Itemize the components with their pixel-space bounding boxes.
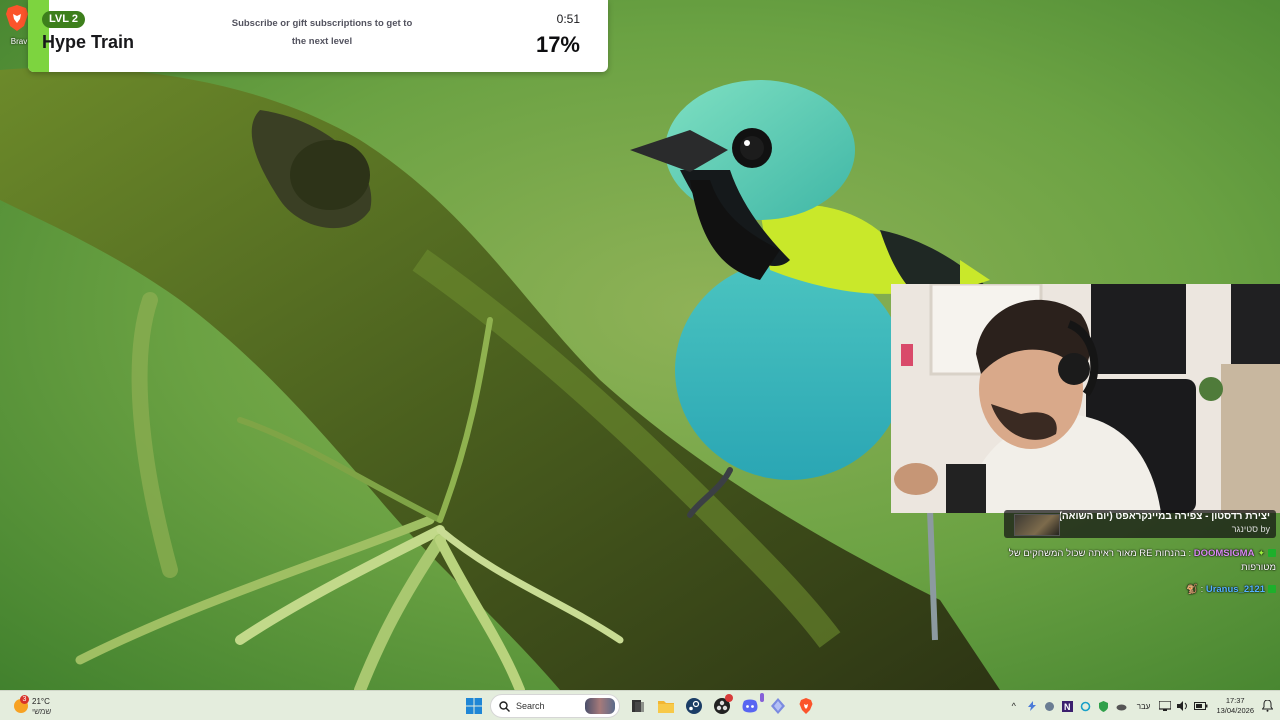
diamond-app-icon bbox=[771, 698, 785, 714]
hype-train-message: Subscribe or gift subscriptions to get t… bbox=[231, 18, 413, 47]
update-icon bbox=[1080, 701, 1091, 711]
tray-app-icon[interactable] bbox=[1023, 697, 1041, 715]
globe-icon bbox=[1045, 701, 1055, 711]
tray-app-icon[interactable] bbox=[1077, 697, 1095, 715]
notion-icon: N bbox=[1062, 700, 1074, 712]
weather-temperature: 21°C bbox=[32, 697, 50, 706]
obs-button[interactable] bbox=[710, 694, 734, 718]
brave-icon bbox=[799, 698, 813, 714]
system-tray: ^ N עבר 17:37 13/04/2026 bbox=[1005, 694, 1274, 718]
chat-separator: : bbox=[1188, 548, 1192, 559]
chat-message: ✦DOOMSIGMA : בהנחות RE מאור ראיתה שכול ה… bbox=[1004, 546, 1276, 575]
notification-bell-icon[interactable] bbox=[1260, 699, 1274, 713]
hype-train-panel: LVL 2 Hype Train Subscribe or gift subsc… bbox=[28, 0, 608, 72]
weather-condition: שמשי bbox=[32, 707, 52, 716]
search-icon bbox=[499, 700, 510, 712]
discord-icon bbox=[742, 699, 758, 713]
chat-overlay: יצירת רדסטון - צפירה במיינקראפט (יום השו… bbox=[1004, 510, 1276, 597]
tray-app-icon[interactable] bbox=[1041, 697, 1059, 715]
kick-badge-icon bbox=[1268, 549, 1276, 557]
recording-indicator bbox=[725, 694, 733, 702]
folder-icon bbox=[658, 701, 674, 713]
taskbar: 3 21°C שמשי Search ^ N עבר 17:37 13/04/2… bbox=[0, 690, 1280, 720]
webcam-overlay bbox=[891, 284, 1280, 513]
tray-app-icon[interactable]: N bbox=[1059, 697, 1077, 715]
chat-username: DOOMSIGMA bbox=[1193, 548, 1255, 559]
task-view-button[interactable] bbox=[626, 694, 650, 718]
hype-train-level-badge: LVL 2 bbox=[42, 11, 85, 28]
now-playing-byline: by סטינגר bbox=[1231, 524, 1270, 534]
hype-train-percent: 17% bbox=[535, 32, 580, 57]
chat-emote-icon: 🐒 bbox=[1186, 584, 1198, 595]
language-indicator[interactable]: עבר bbox=[1137, 702, 1151, 711]
brave-button[interactable] bbox=[794, 694, 818, 718]
app-button[interactable] bbox=[766, 694, 790, 718]
tray-app-icon[interactable] bbox=[1113, 697, 1131, 715]
sparkle-badge-icon: ✦ bbox=[1257, 548, 1265, 558]
clock-date: 13/04/2026 bbox=[1216, 706, 1254, 715]
hype-train-timer: 0:51 bbox=[556, 12, 580, 26]
cloud-icon bbox=[1116, 704, 1127, 710]
discord-notification-badge bbox=[760, 693, 764, 702]
file-explorer-button[interactable] bbox=[654, 694, 678, 718]
steam-button[interactable] bbox=[682, 694, 706, 718]
taskbar-apps: Search bbox=[462, 693, 822, 718]
chat-message: Uranus_2121 : 🐒 bbox=[1004, 583, 1276, 597]
search-highlight-image bbox=[585, 698, 615, 714]
kick-badge-icon bbox=[1268, 585, 1276, 593]
tray-app-icon[interactable] bbox=[1095, 697, 1113, 715]
now-playing-thumbnail bbox=[1014, 514, 1060, 536]
volume-icon[interactable] bbox=[1174, 697, 1192, 715]
weather-badge: 3 bbox=[20, 695, 29, 704]
search-label: Search bbox=[516, 701, 545, 711]
network-icon[interactable] bbox=[1156, 697, 1174, 715]
battery-icon[interactable] bbox=[1192, 697, 1210, 715]
svg-text:N: N bbox=[1064, 702, 1071, 712]
now-playing-title: יצירת רדסטון - צפירה במיינקראפט (יום השו… bbox=[1060, 511, 1270, 522]
clock-time: 17:37 bbox=[1225, 696, 1245, 705]
hype-train-title: Hype Train bbox=[42, 32, 135, 52]
chat-separator: : bbox=[1200, 584, 1204, 595]
taskbar-search[interactable]: Search bbox=[490, 694, 620, 718]
lightning-icon bbox=[1027, 701, 1036, 711]
discord-button[interactable] bbox=[738, 693, 764, 718]
weather-widget[interactable]: 3 21°C שמשי bbox=[12, 694, 72, 718]
brave-lion-icon bbox=[6, 5, 28, 31]
steam-icon bbox=[686, 698, 702, 714]
windows-start-icon bbox=[466, 698, 482, 714]
start-button[interactable] bbox=[462, 694, 486, 718]
task-view-icon bbox=[632, 700, 644, 712]
taskbar-clock[interactable]: 17:37 13/04/2026 bbox=[1216, 696, 1254, 716]
now-playing-card: יצירת רדסטון - צפירה במיינקראפט (יום השו… bbox=[1004, 510, 1276, 538]
chat-username: Uranus_2121 bbox=[1205, 584, 1265, 595]
webcam-feed bbox=[891, 284, 1280, 513]
shield-icon bbox=[1099, 700, 1109, 712]
show-hidden-icons-chevron-icon[interactable]: ^ bbox=[1005, 697, 1023, 715]
